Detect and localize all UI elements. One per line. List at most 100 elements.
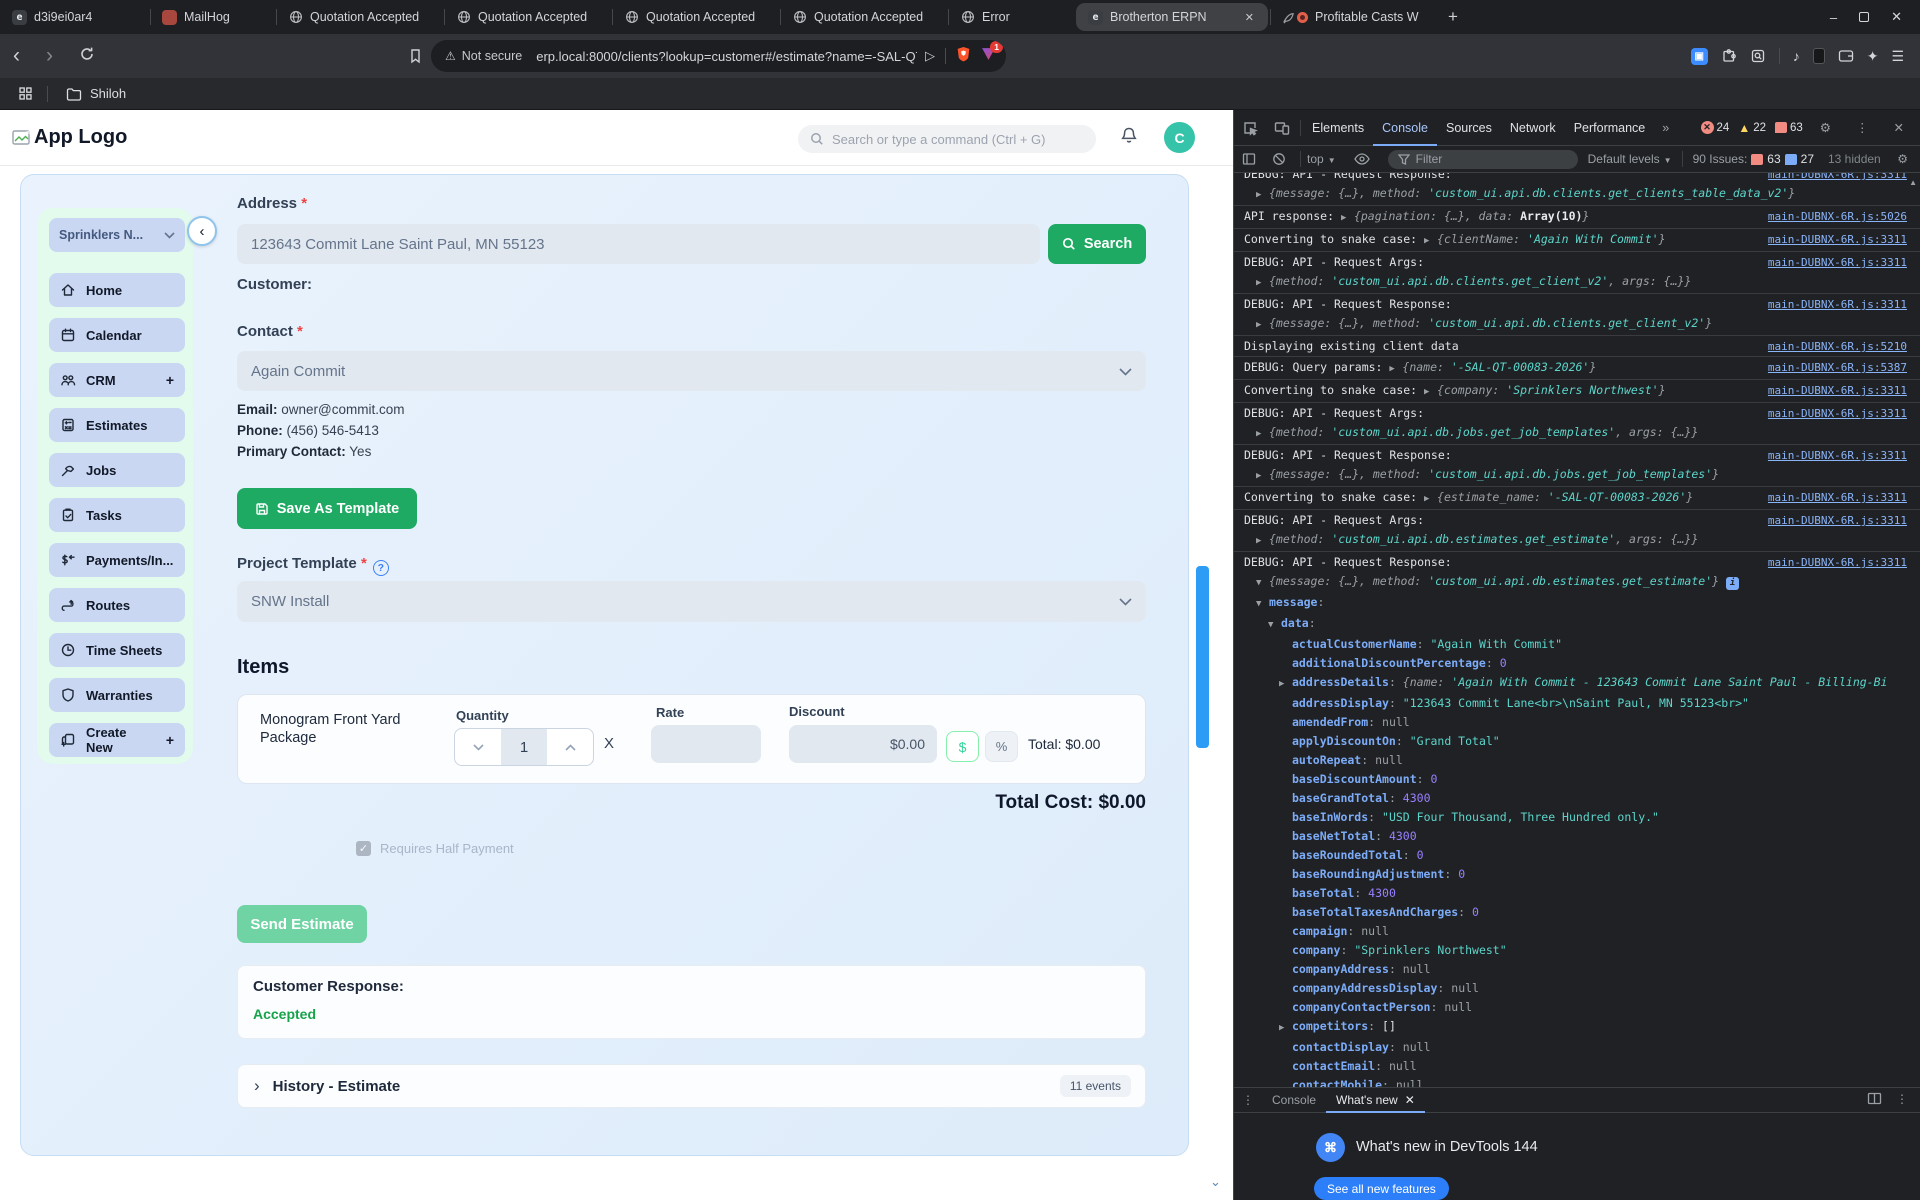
- source-link[interactable]: main-DUBNX-6R.js:3311: [1768, 555, 1907, 570]
- warning-count-badge[interactable]: ▲ 22: [1738, 121, 1766, 135]
- sidebar-collapse-button[interactable]: ‹: [187, 216, 217, 246]
- wallet-icon[interactable]: [1838, 49, 1854, 63]
- expand-toggle-icon[interactable]: ▶: [1389, 362, 1402, 377]
- issues-counter[interactable]: 90 Issues: 63 27: [1693, 152, 1814, 166]
- sidebar-item-crm[interactable]: CRM +: [49, 363, 185, 397]
- site-search-icon[interactable]: [1750, 48, 1766, 64]
- more-options-icon[interactable]: ⋮: [1848, 120, 1877, 135]
- devtools-tab-network[interactable]: Network: [1501, 110, 1565, 146]
- info-icon[interactable]: i: [1726, 577, 1740, 590]
- console-sidebar-icon[interactable]: [1234, 152, 1264, 166]
- chevron-right-icon[interactable]: ›: [254, 1076, 260, 1096]
- send-estimate-button[interactable]: Send Estimate: [237, 905, 367, 943]
- expand-toggle-icon[interactable]: ▶: [1256, 469, 1269, 484]
- media-icon[interactable]: ♪: [1793, 48, 1800, 64]
- log-levels-selector[interactable]: Default levels ▼: [1588, 152, 1672, 166]
- drawer-tab-whats-new[interactable]: What's new ✕: [1326, 1087, 1425, 1113]
- source-link[interactable]: main-DUBNX-6R.js:3311: [1768, 513, 1907, 528]
- source-link[interactable]: main-DUBNX-6R.js:3311: [1768, 383, 1907, 398]
- add-icon[interactable]: +: [166, 372, 174, 388]
- contact-select[interactable]: Again Commit: [237, 351, 1146, 391]
- sidebar-item-jobs[interactable]: Jobs: [49, 453, 185, 487]
- company-select[interactable]: Sprinklers N...: [49, 218, 185, 252]
- issues-count-badge[interactable]: 63: [1775, 122, 1803, 134]
- source-link[interactable]: main-DUBNX-6R.js:3311: [1768, 490, 1907, 505]
- sidebar-item-payments-in[interactable]: Payments/In...: [49, 543, 185, 577]
- save-as-template-button[interactable]: Save As Template: [237, 488, 417, 529]
- address-input[interactable]: 123643 Commit Lane Saint Paul, MN 55123: [237, 224, 1040, 264]
- drawer-menu-icon[interactable]: ⋮: [1234, 1093, 1262, 1107]
- sidebar-item-estimates[interactable]: Estimates: [49, 408, 185, 442]
- discount-input[interactable]: $0.00: [789, 725, 937, 763]
- close-window-button[interactable]: ✕: [1891, 9, 1902, 25]
- help-icon[interactable]: ?: [372, 560, 389, 576]
- maximize-button[interactable]: [1859, 12, 1870, 22]
- expand-toggle-icon[interactable]: ▶: [1279, 1021, 1292, 1036]
- browser-tab[interactable]: Quotation Accepted: [276, 0, 444, 34]
- minimize-button[interactable]: –: [1830, 10, 1837, 25]
- half-payment-checkbox[interactable]: ✓: [356, 841, 371, 856]
- password-extension-icon[interactable]: ▣: [1690, 47, 1708, 65]
- close-drawer-tab-icon[interactable]: ✕: [1405, 1093, 1415, 1107]
- url-text[interactable]: erp.local:8000/clients?lookup=customer#/…: [536, 49, 917, 64]
- adblock-icon[interactable]: 1: [981, 41, 1003, 66]
- source-link[interactable]: main-DUBNX-6R.js:5026: [1768, 209, 1907, 224]
- sidebar-toggle-icon[interactable]: [1812, 48, 1825, 64]
- drawer-tab-console[interactable]: Console: [1262, 1087, 1326, 1113]
- discount-dollar-button[interactable]: $: [946, 731, 979, 762]
- source-link[interactable]: main-DUBNX-6R.js:3311: [1768, 297, 1907, 312]
- close-devtools-icon[interactable]: ✕: [1886, 120, 1912, 135]
- console-settings-gear-icon[interactable]: ⚙: [1889, 152, 1916, 166]
- quantity-decrease-button[interactable]: [455, 729, 501, 765]
- hidden-messages-label[interactable]: 13 hidden: [1828, 152, 1881, 166]
- quantity-increase-button[interactable]: [547, 729, 593, 765]
- sidebar-item-calendar[interactable]: Calendar: [49, 318, 185, 352]
- menu-icon[interactable]: ☰: [1891, 48, 1904, 65]
- expand-toggle-icon[interactable]: ▼: [1268, 618, 1281, 633]
- reload-button[interactable]: [66, 36, 108, 76]
- more-tabs-icon[interactable]: »: [1654, 121, 1677, 135]
- browser-tab[interactable]: e d3i9ei0ar4: [0, 0, 150, 34]
- source-link[interactable]: main-DUBNX-6R.js:3311: [1768, 406, 1907, 421]
- back-button[interactable]: ‹: [0, 36, 33, 76]
- devtools-tab-sources[interactable]: Sources: [1437, 110, 1501, 146]
- history-section[interactable]: › History - Estimate 11 events: [237, 1064, 1146, 1108]
- app-logo[interactable]: App Logo: [12, 126, 127, 149]
- expand-toggle-icon[interactable]: ▼: [1256, 597, 1269, 612]
- expand-toggle-icon[interactable]: ▶: [1341, 211, 1354, 226]
- clear-console-icon[interactable]: [1264, 152, 1294, 166]
- quantity-value[interactable]: 1: [501, 729, 547, 765]
- see-all-features-button[interactable]: See all new features: [1314, 1177, 1449, 1200]
- source-link[interactable]: main-DUBNX-6R.js:3311: [1768, 232, 1907, 247]
- sidebar-item-home[interactable]: Home: [49, 273, 185, 307]
- new-tab-button[interactable]: +: [1448, 7, 1458, 27]
- browser-tab[interactable]: Quotation Accepted: [444, 0, 612, 34]
- error-count-badge[interactable]: ✕ 24: [1700, 121, 1729, 134]
- user-avatar[interactable]: C: [1164, 122, 1195, 153]
- scroll-down-icon[interactable]: ⌄: [1210, 1174, 1221, 1190]
- apps-grid-icon[interactable]: [18, 86, 33, 101]
- inspect-element-icon[interactable]: [1234, 120, 1266, 136]
- sidebar-item-create-new[interactable]: Create New +: [49, 723, 185, 757]
- browser-tab[interactable]: Error: [948, 0, 1074, 34]
- scrollbar-up-icon[interactable]: ▲: [1909, 178, 1917, 187]
- expand-toggle-icon[interactable]: ▶: [1256, 534, 1269, 549]
- sidebar-item-time-sheets[interactable]: Time Sheets: [49, 633, 185, 667]
- context-selector[interactable]: top ▼: [1307, 152, 1336, 166]
- browser-tab[interactable]: MailHog: [150, 0, 276, 34]
- panel-scrollbar-thumb[interactable]: [1196, 566, 1209, 748]
- rate-input[interactable]: [651, 725, 761, 763]
- drawer-more-icon[interactable]: ⋮: [1896, 1092, 1908, 1108]
- split-view-icon[interactable]: [1867, 1092, 1882, 1108]
- device-toolbar-icon[interactable]: [1266, 120, 1298, 136]
- add-icon[interactable]: +: [166, 732, 174, 748]
- expand-toggle-icon[interactable]: ▶: [1424, 492, 1437, 507]
- settings-gear-icon[interactable]: ⚙: [1812, 120, 1839, 135]
- leo-ai-icon[interactable]: ✦: [1867, 48, 1879, 65]
- source-link[interactable]: main-DUBNX-6R.js:3311: [1768, 173, 1907, 182]
- command-search-input[interactable]: Search or type a command (Ctrl + G): [798, 125, 1096, 153]
- share-icon[interactable]: ▷: [925, 48, 935, 64]
- browser-tab[interactable]: Quotation Accepted: [780, 0, 948, 34]
- browser-tab[interactable]: Profitable Casts W: [1270, 0, 1438, 34]
- address-bar[interactable]: ⚠ Not secure erp.local:8000/clients?look…: [431, 40, 1006, 72]
